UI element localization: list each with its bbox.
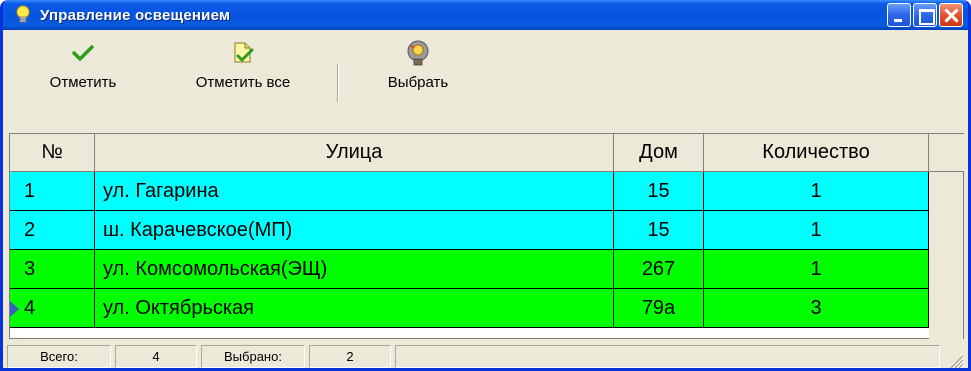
cell-house[interactable]: 79а <box>614 289 704 328</box>
window-controls <box>887 3 963 27</box>
table-row[interactable]: 1 ул. Гагарина 15 1 <box>10 172 929 211</box>
cell-count[interactable]: 1 <box>704 172 929 211</box>
cell-house[interactable]: 15 <box>614 172 704 211</box>
title-bar[interactable]: Управление освещением <box>3 0 968 30</box>
checkmark-icon <box>72 38 94 68</box>
cell-number[interactable]: 1 <box>10 172 95 211</box>
lamp-icon <box>405 38 431 68</box>
select-button[interactable]: Выбрать <box>363 38 473 98</box>
select-label: Выбрать <box>387 74 449 91</box>
table-row[interactable]: 2 ш. Карачевское(МП) 15 1 <box>10 211 929 250</box>
status-empty-panel <box>395 345 940 368</box>
column-header-house[interactable]: Дом <box>614 134 704 172</box>
window-title: Управление освещением <box>40 6 231 24</box>
status-selected-value: 2 <box>309 345 391 368</box>
mark-all-label: Отметить все <box>195 74 291 91</box>
resize-grip-icon[interactable] <box>948 353 965 368</box>
status-selected-label: Выбрано: <box>201 345 305 368</box>
cell-count[interactable]: 3 <box>704 289 929 328</box>
minimize-button[interactable] <box>887 3 911 27</box>
column-header-street[interactable]: Улица <box>95 134 614 172</box>
streets-table: № Улица Дом Количество 1 ул. Гагарина 15… <box>9 133 964 339</box>
mark-button[interactable]: Отметить <box>23 38 143 98</box>
column-header-count[interactable]: Количество <box>704 134 929 172</box>
toolbar: Отметить Отметить все Выбрать <box>3 30 968 134</box>
grid-empty-area <box>929 172 963 339</box>
mark-all-button[interactable]: Отметить все <box>173 38 313 98</box>
cell-house[interactable]: 15 <box>614 211 704 250</box>
cell-street[interactable]: ул. Гагарина <box>95 172 614 211</box>
mark-label: Отметить <box>49 74 117 91</box>
document-check-icon <box>232 38 254 68</box>
lightbulb-icon <box>12 4 34 26</box>
table-row[interactable]: 4 ул. Октябрьская 79а 3 <box>10 289 929 328</box>
cell-count[interactable]: 1 <box>704 211 929 250</box>
cell-street[interactable]: ул. Октябрьская <box>95 289 614 328</box>
table-row[interactable]: 3 ул. Комсомольская(ЭЩ) 267 1 <box>10 250 929 289</box>
status-total-label: Всего: <box>7 345 111 368</box>
cell-number[interactable]: 2 <box>10 211 95 250</box>
status-total-value: 4 <box>115 345 197 368</box>
status-bar: Всего: 4 Выбрано: 2 <box>3 340 968 368</box>
current-row-indicator-icon <box>10 301 19 317</box>
cell-number[interactable]: 3 <box>10 250 95 289</box>
maximize-button[interactable] <box>913 3 937 27</box>
cell-count[interactable]: 1 <box>704 250 929 289</box>
toolbar-separator <box>337 64 339 102</box>
cell-street[interactable]: ш. Карачевское(МП) <box>95 211 614 250</box>
cell-number[interactable]: 4 <box>10 289 95 328</box>
cell-street[interactable]: ул. Комсомольская(ЭЩ) <box>95 250 614 289</box>
cell-house[interactable]: 267 <box>614 250 704 289</box>
column-header-filler <box>929 134 964 172</box>
column-header-number[interactable]: № <box>10 134 95 172</box>
close-button[interactable] <box>939 3 963 27</box>
lighting-control-window: Управление освещением Отметить Отметить … <box>0 0 971 371</box>
